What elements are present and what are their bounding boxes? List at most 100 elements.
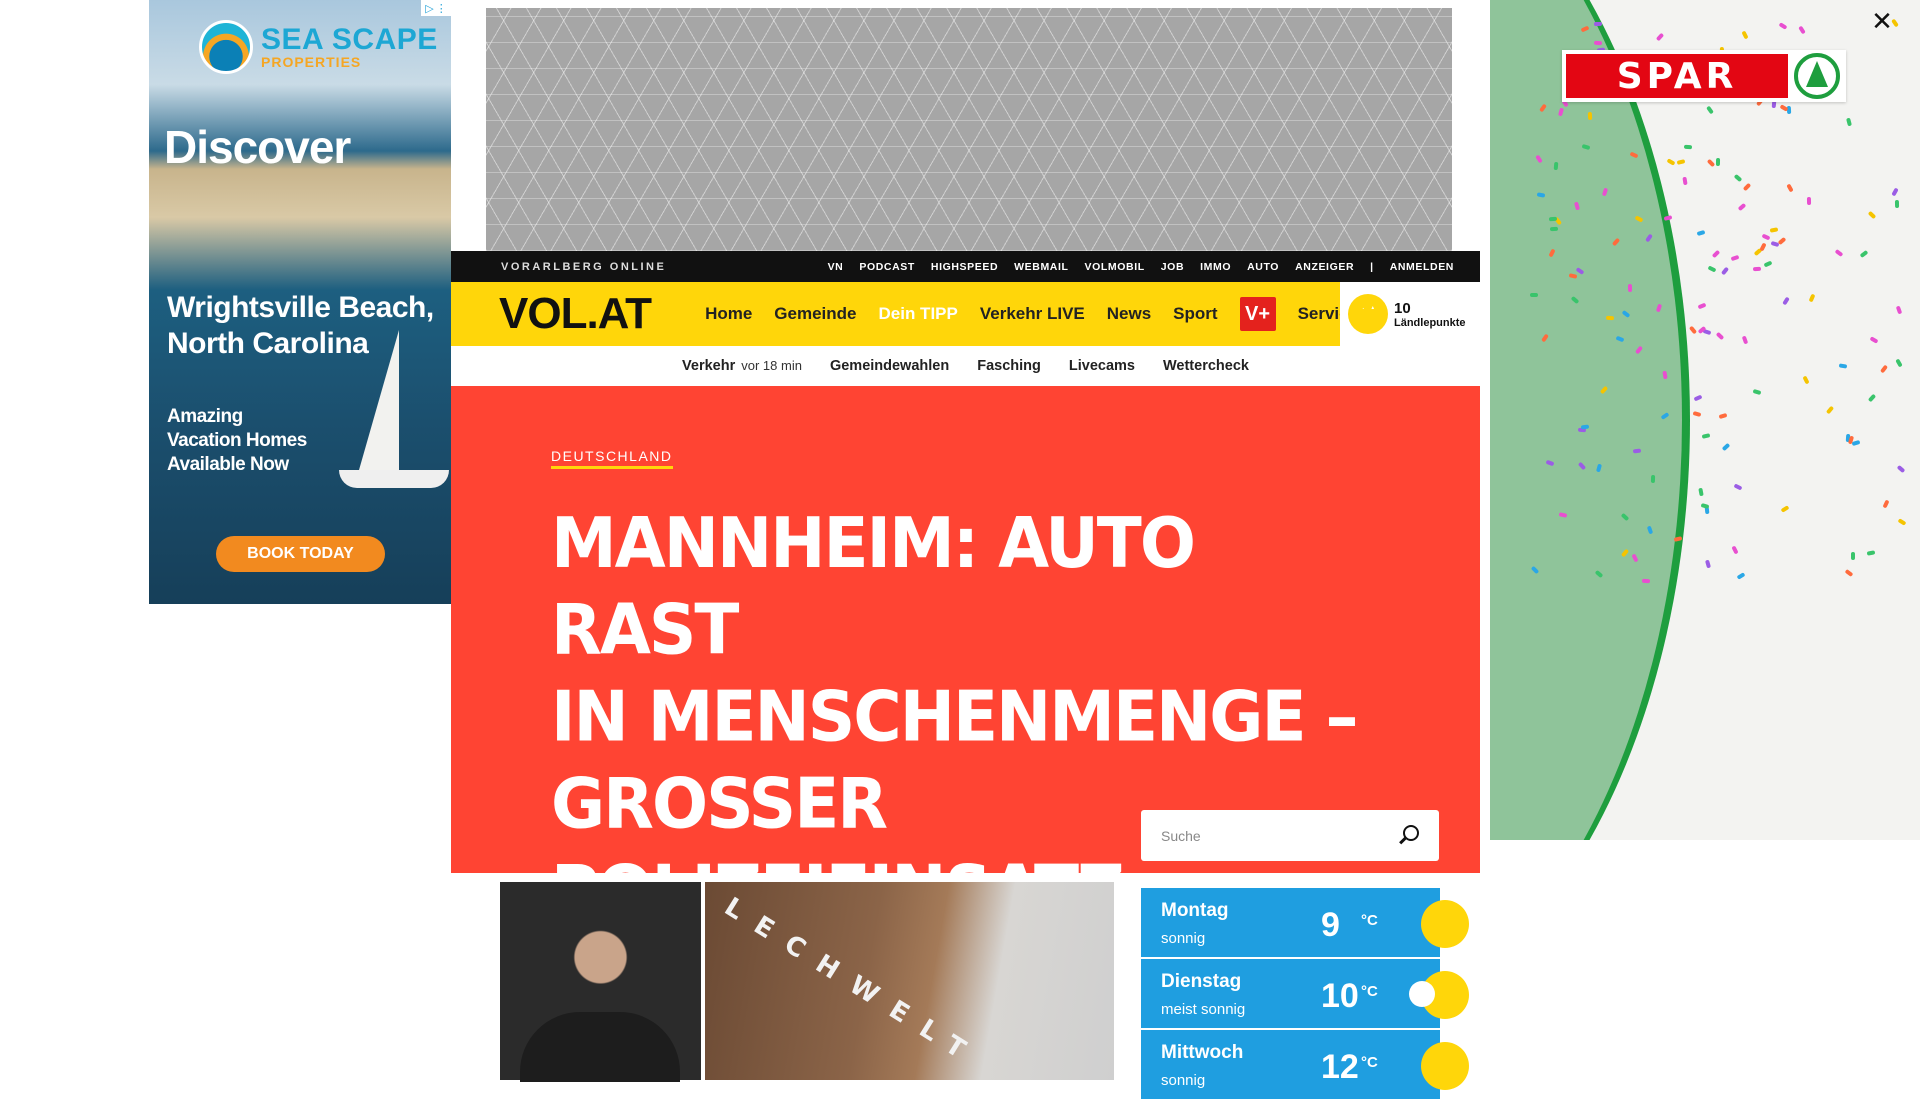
confetti-piece: [1895, 358, 1904, 368]
hero-breaking-news[interactable]: DEUTSCHLAND MANNHEIM: AUTO RAST IN MENSC…: [451, 386, 1480, 931]
subnav-verkehr[interactable]: Verkehr vor 18 min: [682, 358, 802, 374]
confetti-piece: [1628, 283, 1633, 292]
subnav-gemeindewahlen[interactable]: Gemeindewahlen: [830, 358, 949, 374]
top-link-podcast[interactable]: PODCAST: [859, 261, 915, 273]
nav-gemeinde[interactable]: Gemeinde: [774, 304, 856, 324]
site-brand-label: VORARLBERG ONLINE: [501, 260, 667, 273]
confetti-piece: [1666, 158, 1676, 167]
laendlepunkte-widget[interactable]: 10 Ländlepunkte: [1340, 282, 1480, 346]
ad-banner-top-placeholder[interactable]: [486, 8, 1452, 251]
hero-headline-line: IN MENSCHENMENGE –: [551, 675, 1359, 758]
weather-temp: 10: [1321, 977, 1359, 1015]
ad-tag-line: Amazing: [167, 406, 243, 427]
adchoices-menu-icon[interactable]: ⋮: [436, 2, 447, 15]
confetti-piece: [1689, 325, 1698, 335]
confetti-piece: [1763, 260, 1773, 268]
ad-tag-line: Vacation Homes: [167, 430, 307, 451]
sun-icon: [1421, 900, 1469, 948]
nav-sport[interactable]: Sport: [1173, 304, 1217, 324]
nav-verkehr-live[interactable]: Verkehr LIVE: [980, 304, 1085, 324]
hero-headline[interactable]: MANNHEIM: AUTO RAST IN MENSCHENMENGE – G…: [551, 500, 1371, 935]
confetti-piece: [1896, 465, 1906, 474]
confetti-piece: [1593, 21, 1602, 26]
top-link-auto[interactable]: AUTO: [1247, 261, 1279, 273]
ad-place-line: North Carolina: [167, 327, 369, 360]
confetti-piece: [1770, 240, 1780, 247]
book-today-button[interactable]: BOOK TODAY: [216, 536, 385, 572]
nav-dein-tipp[interactable]: Dein TIPP: [879, 304, 958, 324]
weather-widget[interactable]: Montag sonnig 9 °C Dienstag meist sonnig…: [1141, 888, 1469, 1101]
close-ad-button[interactable]: ✕: [1868, 7, 1896, 37]
confetti-piece: [1605, 315, 1615, 320]
weather-temp: 12: [1321, 1048, 1359, 1086]
confetti-piece: [1705, 105, 1714, 115]
search-icon[interactable]: [1395, 823, 1421, 849]
confetti-piece: [1778, 22, 1788, 31]
confetti-piece: [1730, 254, 1740, 262]
points-label: Ländlepunkte: [1394, 316, 1466, 329]
confetti-piece: [1869, 336, 1879, 345]
top-link-highspeed[interactable]: HIGHSPEED: [931, 261, 998, 273]
confetti-piece: [1655, 33, 1664, 42]
confetti-piece: [1737, 202, 1747, 212]
ad-left-seascape[interactable]: ▷ ⋮ SEA SCAPE PROPERTIES Discover Wright…: [149, 0, 451, 604]
confetti-piece: [1851, 439, 1861, 446]
weather-temp: 9: [1321, 906, 1340, 944]
confetti-piece: [1894, 199, 1900, 208]
top-link-webmail[interactable]: WEBMAIL: [1014, 261, 1068, 273]
top-bar: VORARLBERG ONLINE VN PODCAST HIGHSPEED W…: [451, 251, 1480, 282]
confetti-piece: [1692, 411, 1702, 418]
subnav-fasching[interactable]: Fasching: [977, 358, 1041, 374]
vol-at-logo[interactable]: VOL.AT: [499, 289, 652, 339]
confetti-piece: [1716, 331, 1725, 341]
confetti-piece: [1844, 569, 1854, 578]
search-input[interactable]: [1159, 826, 1395, 845]
vplus-button[interactable]: V+: [1239, 297, 1276, 331]
top-link-volmobil[interactable]: VOLMOBIL: [1085, 261, 1145, 273]
confetti-piece: [1718, 412, 1728, 419]
portrait-jacket: [520, 1012, 680, 1082]
weather-row-monday[interactable]: Montag sonnig 9 °C: [1141, 888, 1469, 957]
confetti-piece: [1720, 266, 1729, 276]
confetti-piece: [1846, 117, 1853, 127]
nav-news[interactable]: News: [1107, 304, 1151, 324]
nav-home[interactable]: Home: [705, 304, 752, 324]
adchoices-play-icon[interactable]: ▷: [425, 2, 433, 15]
top-link-immo[interactable]: IMMO: [1200, 261, 1231, 273]
confetti-piece: [1701, 432, 1710, 439]
sub-navigation: Verkehr vor 18 min Gemeindewahlen Faschin…: [451, 346, 1480, 386]
subnav-wettercheck[interactable]: Wettercheck: [1163, 358, 1249, 374]
confetti-piece: [1549, 226, 1558, 231]
top-link-anzeiger[interactable]: ANZEIGER: [1295, 261, 1354, 273]
confetti-piece: [1882, 499, 1890, 509]
confetti-piece: [1696, 230, 1706, 237]
subnav-livecams[interactable]: Livecams: [1069, 358, 1135, 374]
ad-headline: Discover: [164, 121, 351, 173]
ad-right-spar[interactable]: SPAR: [1490, 0, 1920, 840]
confetti-piece: [1663, 215, 1673, 221]
wave-logo-icon: [199, 20, 253, 74]
hero-category[interactable]: DEUTSCHLAND: [551, 448, 673, 469]
confetti-piece: [1721, 442, 1731, 451]
weather-row-tuesday[interactable]: Dienstag meist sonnig 10 °C: [1141, 959, 1469, 1028]
top-link-vn[interactable]: VN: [828, 261, 844, 273]
confetti-piece: [1711, 249, 1720, 259]
adchoices-icon[interactable]: ▷ ⋮: [421, 0, 451, 16]
spar-tree-icon: [1794, 53, 1840, 99]
confetti-piece: [1866, 550, 1876, 556]
confetti-piece: [1736, 572, 1746, 581]
top-link-job[interactable]: JOB: [1161, 261, 1184, 273]
ad-place: Wrightsville Beach, North Carolina: [167, 290, 434, 362]
confetti-piece: [1807, 197, 1812, 206]
weather-unit: °C: [1361, 983, 1378, 1000]
confetti-piece: [1705, 559, 1712, 568]
confetti-piece: [1733, 174, 1743, 183]
cloud-icon: [1409, 981, 1435, 1007]
confetti-piece: [1593, 40, 1603, 46]
confetti-piece: [1682, 176, 1688, 186]
teaser-image-portrait[interactable]: [500, 882, 701, 1082]
teaser-image-building[interactable]: LECHWELT: [705, 882, 1114, 1080]
weather-row-wednesday[interactable]: Mittwoch sonnig 12 °C: [1141, 1030, 1469, 1099]
confetti-piece: [1826, 405, 1835, 415]
login-link[interactable]: ANMELDEN: [1390, 261, 1454, 273]
